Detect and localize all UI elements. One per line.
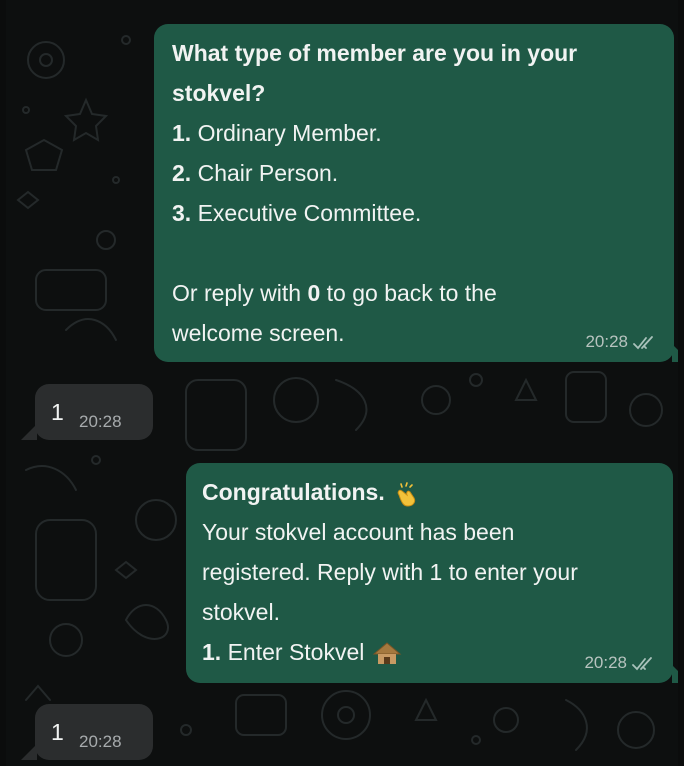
option-3: 3. Executive Committee. bbox=[172, 193, 656, 233]
option-number: 1. bbox=[202, 639, 222, 665]
bubble-tail bbox=[672, 665, 678, 683]
chat-background: What type of member are you in your stok… bbox=[6, 0, 678, 766]
message-text: 1 bbox=[51, 399, 64, 425]
footer-text-after: to go back to the bbox=[320, 280, 497, 306]
option-1: 1. Ordinary Member. bbox=[172, 113, 656, 153]
message-bubble-member-type[interactable]: What type of member are you in your stok… bbox=[154, 24, 674, 362]
message-title-line: Congratulations. bbox=[202, 472, 657, 512]
hut-icon bbox=[373, 642, 402, 664]
body-line-2: registered. Reply with 1 to enter your bbox=[202, 559, 578, 585]
message-bubble-reply[interactable]: 1 20:28 bbox=[35, 704, 153, 760]
message-bubble-congratulations[interactable]: Congratulations. Your stokvel account ha… bbox=[186, 463, 673, 683]
option-number: 1. bbox=[172, 120, 192, 146]
message-title-line-1: What type of member are you in your bbox=[172, 40, 578, 66]
clapping-hands-icon bbox=[397, 482, 415, 507]
message-timestamp: 20:28 bbox=[584, 653, 657, 673]
body-line-1: Your stokvel account has been bbox=[202, 519, 515, 545]
bubble-tail bbox=[672, 344, 678, 362]
option-text: Ordinary Member. bbox=[191, 120, 382, 146]
message-timestamp: 20:28 bbox=[79, 412, 122, 431]
body-line-3: stokvel. bbox=[202, 599, 280, 625]
message-text: 1 bbox=[51, 719, 64, 745]
read-ticks-icon bbox=[633, 335, 653, 349]
footer-line-2: welcome screen. bbox=[172, 320, 345, 346]
footer-text-before: Or reply with bbox=[172, 280, 308, 306]
message-timestamp: 20:28 bbox=[585, 332, 658, 352]
read-ticks-icon bbox=[632, 656, 652, 670]
footer-zero: 0 bbox=[307, 280, 321, 306]
message-title: Congratulations. bbox=[202, 479, 385, 505]
option-text: Chair Person. bbox=[191, 160, 339, 186]
option-2: 2. Chair Person. bbox=[172, 153, 656, 193]
timestamp-text: 20:28 bbox=[585, 332, 628, 351]
message-title-line-2: stokvel? bbox=[172, 80, 266, 106]
bubble-tail bbox=[21, 424, 37, 440]
spacer-line bbox=[172, 233, 656, 273]
option-text: Enter Stokvel bbox=[221, 639, 365, 665]
timestamp-text: 20:28 bbox=[584, 653, 627, 672]
footer-line-1: Or reply with 0 to go back to the bbox=[172, 273, 656, 313]
message-bubble-reply[interactable]: 1 20:28 bbox=[35, 384, 153, 440]
message-timestamp: 20:28 bbox=[79, 732, 122, 751]
option-number: 2. bbox=[172, 160, 192, 186]
bubble-tail bbox=[21, 744, 37, 760]
option-text: Executive Committee. bbox=[191, 200, 422, 226]
option-number: 3. bbox=[172, 200, 192, 226]
